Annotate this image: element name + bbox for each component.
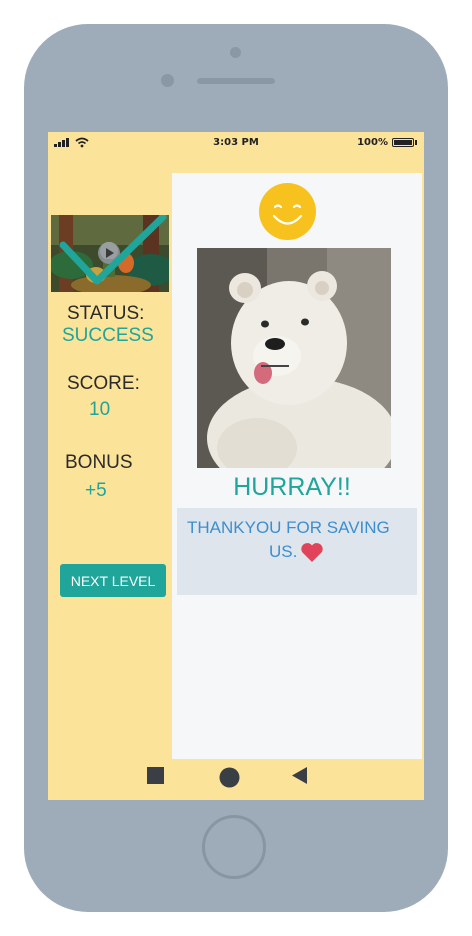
screen: 3:03 PM 100% STATUS: SUCCESS SCORE: 10 B… xyxy=(48,132,424,800)
thank-you-message: THANKYOU FOR SAVING US. xyxy=(187,516,407,564)
square-nav-icon[interactable] xyxy=(147,767,165,785)
home-button[interactable] xyxy=(202,815,266,879)
bonus-label: BONUS xyxy=(65,452,133,473)
level-thumbnail[interactable] xyxy=(51,215,169,292)
score-value: 10 xyxy=(89,399,111,420)
battery-percent: 100% xyxy=(357,137,388,148)
status-value: SUCCESS xyxy=(62,325,154,346)
score-label: SCORE: xyxy=(67,373,140,394)
heart-icon xyxy=(301,542,323,562)
back-triangle-icon[interactable] xyxy=(291,767,309,785)
status-bar: 3:03 PM 100% xyxy=(48,132,424,154)
thank-you-message-box: THANKYOU FOR SAVING US. xyxy=(177,508,417,595)
front-camera-icon xyxy=(161,74,174,87)
status-label: STATUS: xyxy=(67,303,145,324)
message-line-1: THANKYOU FOR SAVING xyxy=(187,518,390,537)
result-panel: HURRAY!! THANKYOU FOR SAVING US. xyxy=(172,173,422,759)
checkmark-icon xyxy=(59,215,167,285)
battery-icon xyxy=(392,138,414,147)
polar-bear-photo xyxy=(197,248,391,468)
next-level-button[interactable]: NEXT LEVEL xyxy=(60,564,166,597)
circle-nav-icon[interactable] xyxy=(219,767,240,788)
hurray-heading: HURRAY!! xyxy=(233,473,351,501)
navigation-bar xyxy=(48,759,424,800)
speaker-grille xyxy=(197,78,275,84)
message-line-2: US. xyxy=(269,542,298,561)
smiley-face-icon xyxy=(259,183,316,240)
camera-icon xyxy=(230,47,241,58)
bonus-value: +5 xyxy=(85,480,107,501)
